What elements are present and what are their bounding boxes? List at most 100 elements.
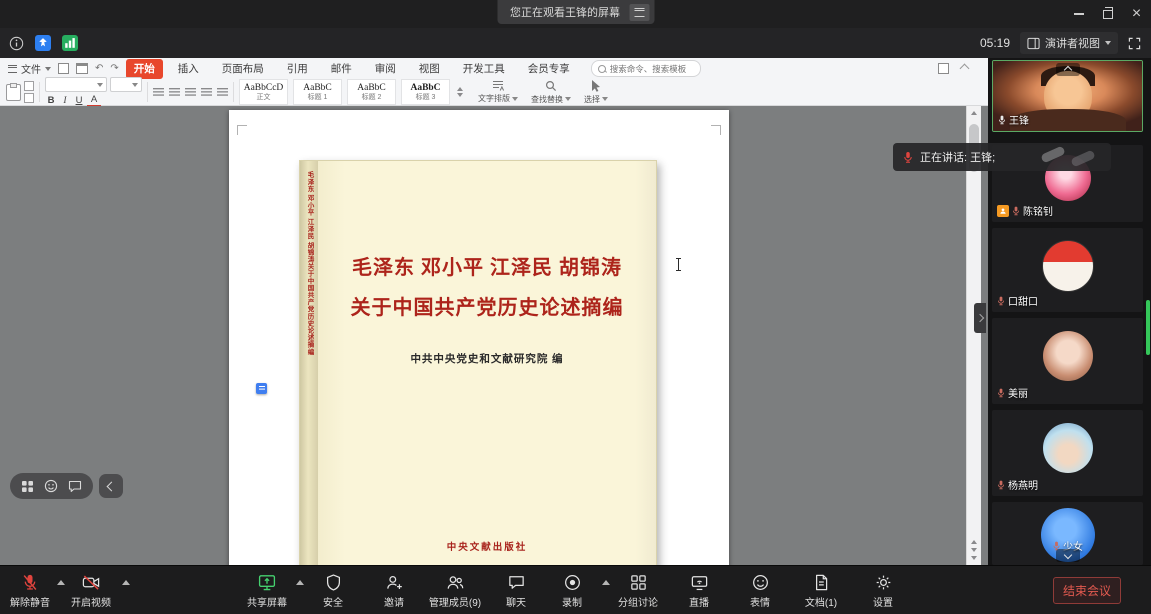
sidebar-collapse-handle[interactable]: [974, 303, 986, 333]
participant-tile-yangyanming[interactable]: 杨燕明: [992, 410, 1143, 496]
tab-insert[interactable]: 插入: [170, 59, 207, 79]
underline-button[interactable]: U: [73, 95, 85, 106]
align-left-button[interactable]: [153, 88, 164, 96]
italic-button[interactable]: I: [59, 96, 71, 106]
justify-button[interactable]: [201, 88, 212, 96]
chat-button[interactable]: 聊天: [506, 572, 526, 609]
record-button[interactable]: 录制: [562, 572, 582, 609]
docs-button[interactable]: 文档(1): [805, 572, 837, 609]
text-layout-button[interactable]: 文字排版: [478, 80, 518, 104]
collapse-videos-button[interactable]: [1056, 63, 1080, 76]
info-button[interactable]: [9, 36, 24, 51]
style-heading1[interactable]: AaBbC 标题 1: [293, 79, 342, 105]
tab-page-layout[interactable]: 页面布局: [214, 59, 272, 79]
line-spacing-button[interactable]: [217, 88, 228, 96]
style-normal[interactable]: AaBbCcD 正文: [239, 79, 288, 105]
command-search-box: [591, 60, 701, 77]
avatar: [1043, 331, 1093, 381]
align-center-button[interactable]: [169, 88, 180, 96]
security-button[interactable]: 安全: [323, 572, 343, 609]
tab-developer[interactable]: 开发工具: [455, 59, 513, 79]
expand-videos-button[interactable]: [1056, 549, 1080, 562]
search-icon: [598, 65, 606, 73]
live-icon: [690, 572, 709, 592]
manage-members-button[interactable]: 管理成员(9): [429, 572, 481, 609]
style-gallery-arrows[interactable]: [455, 87, 465, 97]
style-heading2[interactable]: AaBbC 标题 2: [347, 79, 396, 105]
bold-button[interactable]: B: [45, 95, 57, 106]
mic-icon: [997, 480, 1005, 490]
banner-menu-button[interactable]: [629, 4, 649, 21]
select-button[interactable]: 选择: [584, 80, 608, 105]
minimize-icon: [1074, 13, 1084, 15]
participant-tile-wangfeng[interactable]: 王锋: [992, 60, 1143, 132]
tab-premium[interactable]: 会员专享: [520, 59, 578, 79]
document-page[interactable]: 毛泽东 邓小平 江泽民 胡锦涛关于中国共产党历史论述摘编 毛泽东 邓小平 江泽民…: [229, 110, 729, 565]
record-options-caret[interactable]: [602, 580, 610, 585]
breakout-rooms-button[interactable]: 分组讨论: [618, 572, 658, 609]
find-replace-button[interactable]: 查找替换: [531, 80, 571, 105]
paste-button[interactable]: [6, 84, 21, 101]
settings-button[interactable]: 设置: [873, 572, 893, 609]
tab-review[interactable]: 审阅: [367, 59, 404, 79]
participant-tile-meili[interactable]: 美丽: [992, 318, 1143, 404]
unmute-button[interactable]: 解除静音: [10, 572, 50, 609]
share-screen-button[interactable]: 共享屏幕: [247, 572, 287, 609]
book-cover-image[interactable]: 毛泽东 邓小平 江泽民 胡锦涛关于中国共产党历史论述摘编 毛泽东 邓小平 江泽民…: [299, 160, 657, 565]
participant-tile-shaonv[interactable]: 少女: [992, 502, 1143, 565]
collapse-ribbon-button[interactable]: [960, 64, 970, 74]
book-title-line2: 关于中国共产党历史论述摘编: [318, 291, 656, 320]
mic-icon: [997, 388, 1005, 398]
quick-chat-icon[interactable]: [68, 480, 82, 493]
live-stream-button[interactable]: 直播: [689, 572, 709, 609]
apps-grid-icon[interactable]: [21, 480, 34, 493]
start-video-button[interactable]: 开启视频: [71, 572, 111, 609]
text-cursor: [678, 258, 679, 271]
page-browse-buttons[interactable]: [971, 540, 977, 560]
end-meeting-button[interactable]: 结束会议: [1053, 577, 1121, 604]
video-options-caret[interactable]: [122, 580, 130, 585]
view-mode-button[interactable]: 演讲者视图: [1020, 32, 1118, 54]
tab-references[interactable]: 引用: [279, 59, 316, 79]
emoji-reaction-icon[interactable]: [44, 479, 58, 493]
stats-chart-green-icon[interactable]: [62, 35, 78, 51]
undo-icon[interactable]: ↶: [95, 64, 103, 74]
tab-view[interactable]: 视图: [411, 59, 448, 79]
maximize-button[interactable]: [1093, 0, 1122, 28]
participant-tile-koutiankou[interactable]: 口甜口: [992, 228, 1143, 312]
document-scrollbar[interactable]: [966, 106, 981, 565]
app-shortcut-blue-icon[interactable]: [35, 35, 51, 51]
ribbon-tool-icon[interactable]: [938, 63, 949, 74]
book-editor: 中共中央党史和文献研究院 编: [318, 351, 656, 366]
redo-icon[interactable]: ↷: [110, 64, 118, 74]
margin-mark: [237, 125, 247, 135]
minimize-button[interactable]: [1064, 0, 1093, 28]
mic-icon: [997, 296, 1005, 306]
sidebar-scrollbar-thumb[interactable]: [1146, 300, 1150, 355]
invite-button[interactable]: 邀请: [384, 572, 404, 609]
tab-mailings[interactable]: 邮件: [323, 59, 360, 79]
file-menu-button[interactable]: 文件: [8, 61, 51, 76]
scroll-up-icon[interactable]: [971, 111, 977, 115]
speaking-indicator-banner: 正在讲话: 王锋;: [893, 143, 1111, 171]
fullscreen-button[interactable]: [1128, 37, 1141, 50]
format-painter-icon[interactable]: [24, 93, 34, 103]
print-icon[interactable]: [76, 63, 88, 74]
annotation-collapse-button[interactable]: [99, 474, 123, 498]
tab-home[interactable]: 开始: [126, 59, 163, 79]
style-heading3[interactable]: AaBbC 标题 3: [401, 79, 450, 105]
floating-tool-icon[interactable]: [256, 383, 267, 394]
participant-name: 美丽: [1008, 385, 1028, 400]
cut-icon[interactable]: [24, 81, 34, 91]
share-options-caret[interactable]: [296, 580, 304, 585]
close-button[interactable]: ×: [1122, 0, 1151, 28]
command-search-input[interactable]: [610, 64, 694, 74]
document-icon: [811, 572, 830, 592]
layout-icon: [1027, 37, 1040, 50]
align-right-button[interactable]: [185, 88, 196, 96]
font-size-select[interactable]: [110, 77, 142, 92]
reactions-button[interactable]: 表情: [750, 572, 770, 609]
font-name-select[interactable]: [45, 77, 107, 92]
audio-options-caret[interactable]: [57, 580, 65, 585]
save-icon[interactable]: [58, 63, 69, 74]
